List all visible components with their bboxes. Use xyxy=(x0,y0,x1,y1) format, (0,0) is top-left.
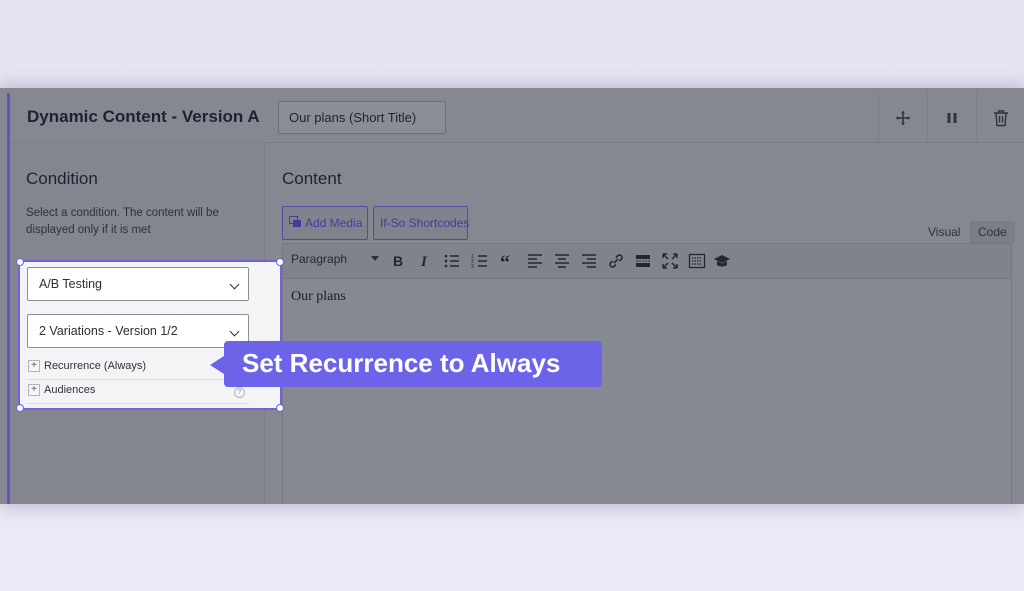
move-button[interactable] xyxy=(878,93,927,142)
align-right-icon xyxy=(582,254,596,268)
format-select[interactable]: Paragraph xyxy=(291,252,379,266)
content-heading: Content xyxy=(282,169,342,188)
graduation-cap-button[interactable] xyxy=(713,252,731,270)
condition-highlight-box: A/B Testing 2 Variations - Version 1/2 +… xyxy=(16,258,284,412)
svg-text:3: 3 xyxy=(471,264,474,270)
variation-select-value: 2 Variations - Version 1/2 xyxy=(39,324,178,338)
read-more-button[interactable] xyxy=(634,252,652,270)
fullscreen-button[interactable] xyxy=(661,252,679,270)
keyboard-icon xyxy=(688,253,706,269)
move-icon xyxy=(896,110,910,125)
tooltip-arrow xyxy=(210,356,224,374)
add-media-label: Add Media xyxy=(305,216,363,230)
align-right-button[interactable] xyxy=(580,252,598,270)
short-title-input[interactable]: Our plans (Short Title) xyxy=(278,101,446,134)
tab-code[interactable]: Code xyxy=(970,221,1015,243)
align-left-icon xyxy=(528,254,542,268)
link-button[interactable] xyxy=(607,252,625,270)
numbered-list-button[interactable]: 123 xyxy=(471,252,489,270)
plus-icon: + xyxy=(28,384,40,396)
numbered-list-icon: 123 xyxy=(471,254,487,270)
italic-button[interactable]: I xyxy=(416,252,434,270)
condition-heading: Condition xyxy=(26,169,98,188)
recurrence-label: Recurrence (Always) xyxy=(44,360,147,372)
bullet-list-icon xyxy=(444,254,459,268)
audiences-label: Audiences xyxy=(44,384,96,396)
pause-button[interactable] xyxy=(927,93,976,142)
condition-select[interactable]: A/B Testing xyxy=(27,267,249,301)
chevron-down-icon xyxy=(229,279,240,290)
blockquote-button[interactable]: “ xyxy=(499,252,517,274)
plus-icon: + xyxy=(28,360,40,372)
condition-description: Select a condition. The content will be … xyxy=(26,207,219,236)
editor-body-text: Our plans xyxy=(291,289,346,304)
read-more-icon xyxy=(636,255,650,267)
version-title: Dynamic Content - Version A xyxy=(27,107,260,126)
add-media-button[interactable]: Add Media xyxy=(282,206,368,240)
media-icon xyxy=(289,216,302,227)
shortcodes-label: If-So Shortcodes xyxy=(380,216,470,230)
bold-button[interactable]: B xyxy=(389,252,407,270)
if-so-shortcodes-button[interactable]: If-So Shortcodes xyxy=(373,206,470,240)
link-icon xyxy=(609,254,623,268)
recurrence-tooltip: Set Recurrence to Always xyxy=(224,341,602,387)
highlight-handle xyxy=(16,258,24,266)
align-left-button[interactable] xyxy=(526,252,544,270)
variation-select[interactable]: 2 Variations - Version 1/2 xyxy=(27,314,249,348)
format-select-label: Paragraph xyxy=(291,252,348,266)
audiences-accordion[interactable]: + Audiences ? xyxy=(27,380,249,404)
highlight-handle xyxy=(16,404,24,412)
tab-visual[interactable]: Visual xyxy=(920,221,968,243)
keyboard-button[interactable] xyxy=(688,252,706,270)
pause-icon xyxy=(947,112,957,123)
bullet-list-button[interactable] xyxy=(443,252,461,270)
help-icon[interactable]: ? xyxy=(234,387,245,398)
svg-text:“: “ xyxy=(500,252,510,270)
highlight-handle xyxy=(276,258,284,266)
caret-down-icon xyxy=(371,256,379,261)
svg-text:I: I xyxy=(420,254,428,270)
blockquote-icon: “ xyxy=(500,252,510,274)
fullscreen-icon xyxy=(662,253,678,269)
panel-header: Dynamic Content - Version A Our plans (S… xyxy=(10,93,1024,143)
delete-button[interactable] xyxy=(976,93,1024,142)
align-center-button[interactable] xyxy=(553,252,571,270)
condition-select-value: A/B Testing xyxy=(39,277,103,291)
highlight-handle xyxy=(276,404,284,412)
editor-toolbar: Paragraph B I 1 2 3 “ xyxy=(283,244,1011,279)
trash-icon xyxy=(994,109,1008,126)
align-center-icon xyxy=(555,254,569,268)
chevron-down-icon xyxy=(229,326,240,337)
bold-icon: B xyxy=(393,253,403,269)
italic-icon: I xyxy=(420,254,428,270)
graduation-cap-icon xyxy=(714,255,730,267)
svg-text:B: B xyxy=(393,253,403,269)
